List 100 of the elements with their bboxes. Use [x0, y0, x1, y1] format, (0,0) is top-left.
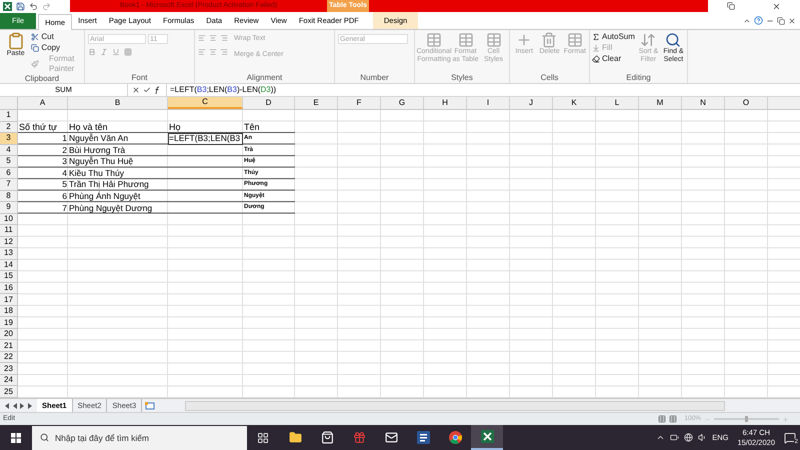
- group-label: Number: [359, 73, 390, 83]
- table-cell-text: 4: [61, 168, 68, 180]
- fill-icon: [592, 44, 600, 52]
- row-header[interactable]: 1: [0, 110, 18, 122]
- volume-icon[interactable]: [698, 433, 708, 442]
- column-header[interactable]: H: [424, 97, 467, 109]
- row-header[interactable]: 3: [0, 133, 18, 145]
- column-header[interactable]: G: [381, 97, 424, 109]
- browser-icon: [448, 431, 462, 444]
- cancel-icon[interactable]: [132, 86, 140, 94]
- table-cell-text: Nguyễn Văn An: [68, 133, 130, 145]
- row-header[interactable]: 5: [0, 156, 18, 168]
- enter-icon[interactable]: [143, 86, 151, 94]
- row-header[interactable]: 16: [0, 282, 18, 294]
- format-painter-icon: [31, 60, 40, 68]
- table-cell-text: 1: [61, 133, 68, 145]
- cut-button[interactable]: Cut: [31, 32, 82, 42]
- row-header[interactable]: 4: [0, 144, 18, 156]
- help-icon[interactable]: [754, 16, 763, 25]
- table-cell-text: 6: [61, 190, 68, 202]
- row-header[interactable]: 12: [0, 236, 18, 248]
- row-header[interactable]: 9: [0, 202, 18, 214]
- clear-button[interactable]: Clear: [592, 54, 635, 64]
- document-app-icon: [416, 431, 430, 444]
- autosum-button[interactable]: AutoSum: [592, 32, 635, 42]
- save-icon[interactable]: [16, 2, 25, 10]
- network-icon[interactable]: [684, 433, 694, 442]
- close-icon[interactable]: [788, 16, 796, 24]
- function-icon[interactable]: [154, 86, 162, 94]
- column-header[interactable]: M: [639, 97, 682, 109]
- mail-icon: [384, 431, 398, 444]
- undo-icon[interactable]: [29, 2, 38, 10]
- table-cell-text: 5: [61, 179, 68, 191]
- column-header[interactable]: A: [18, 97, 68, 109]
- row-header[interactable]: 15: [0, 271, 18, 283]
- column-header[interactable]: O: [725, 97, 768, 109]
- battery-icon[interactable]: [670, 433, 680, 442]
- row-header[interactable]: 7: [0, 179, 18, 191]
- group-label: Styles: [450, 73, 474, 83]
- tray-expand-icon[interactable]: [656, 433, 666, 442]
- table-cell-text: 7: [61, 202, 68, 214]
- windows-start-icon[interactable]: [11, 432, 21, 442]
- row-header[interactable]: 20: [0, 328, 18, 340]
- table-cell-text: Bùi Hương Trà: [68, 144, 126, 156]
- restore-icon[interactable]: [726, 2, 735, 10]
- column-header[interactable]: J: [510, 97, 553, 109]
- normal-view-icon[interactable]: [658, 415, 666, 423]
- row-header[interactable]: 24: [0, 374, 18, 386]
- folder-icon: [288, 431, 302, 444]
- row-header[interactable]: 18: [0, 306, 18, 318]
- table-cell-text: Nguyễn Thu Huệ: [68, 156, 134, 168]
- table-cell-text: 3: [61, 156, 68, 168]
- cells-icon: [566, 32, 583, 48]
- task-view-icon: [257, 432, 269, 444]
- group-label: Editing: [625, 73, 652, 83]
- table-cell-text: Họ: [168, 122, 182, 134]
- row-header[interactable]: 22: [0, 352, 18, 364]
- zoom-slider-thumb[interactable]: [745, 416, 748, 422]
- restore-icon[interactable]: [777, 16, 785, 24]
- row-header[interactable]: 10: [0, 214, 18, 226]
- column-header[interactable]: K: [553, 97, 596, 109]
- search-field[interactable]: Nhập tại đây để tìm kiếm: [32, 426, 247, 450]
- paste-icon: [6, 32, 25, 50]
- group-label: Cells: [540, 73, 560, 83]
- group-label: Alignment: [246, 73, 284, 83]
- row-header[interactable]: 8: [0, 190, 18, 202]
- table-cell-text: Tên: [243, 122, 261, 134]
- row-header[interactable]: 6: [0, 168, 18, 180]
- column-header[interactable]: D: [243, 97, 295, 109]
- close-icon[interactable]: [772, 2, 782, 10]
- editing-cell[interactable]: =LEFT(B3;LEN(B3: [168, 133, 243, 145]
- horizontal-scrollbar[interactable]: [185, 400, 726, 410]
- row-header[interactable]: 17: [0, 294, 18, 306]
- copy-icon: [31, 44, 40, 52]
- notification-icon[interactable]: [784, 432, 796, 444]
- column-header[interactable]: F: [338, 97, 381, 109]
- column-header[interactable]: C: [168, 97, 243, 109]
- row-header[interactable]: 25: [0, 386, 18, 398]
- page-layout-view-icon[interactable]: [669, 415, 678, 423]
- table-cell-text: Số thứ tự: [18, 122, 58, 134]
- table-cell-text: Kiều Thu Thúy: [68, 168, 125, 180]
- row-header[interactable]: 11: [0, 225, 18, 237]
- row-header[interactable]: 14: [0, 260, 18, 272]
- row-header[interactable]: 19: [0, 317, 18, 329]
- row-header[interactable]: 23: [0, 363, 18, 375]
- row-header[interactable]: 21: [0, 340, 18, 352]
- row-header[interactable]: 13: [0, 248, 18, 260]
- gift-icon: [352, 431, 366, 444]
- column-header[interactable]: E: [295, 97, 338, 109]
- column-header[interactable]: N: [682, 97, 725, 109]
- row-header[interactable]: 2: [0, 122, 18, 134]
- table-cell-text: Phùng Nguyệt Dương: [68, 202, 154, 214]
- new-sheet-icon[interactable]: [145, 402, 156, 410]
- formula-field[interactable]: =LEFT(B3;LEN(B3)-LEN(D3)): [166, 84, 800, 96]
- table-cell-text: Trần Thị Hải Phương: [68, 179, 150, 191]
- table-cell-text: Phùng Ánh Nguyệt: [68, 190, 142, 202]
- copy-button[interactable]: Copy: [31, 43, 82, 53]
- taskbar-app[interactable]: [471, 425, 503, 450]
- column-header[interactable]: L: [596, 97, 639, 109]
- column-header[interactable]: I: [467, 97, 510, 109]
